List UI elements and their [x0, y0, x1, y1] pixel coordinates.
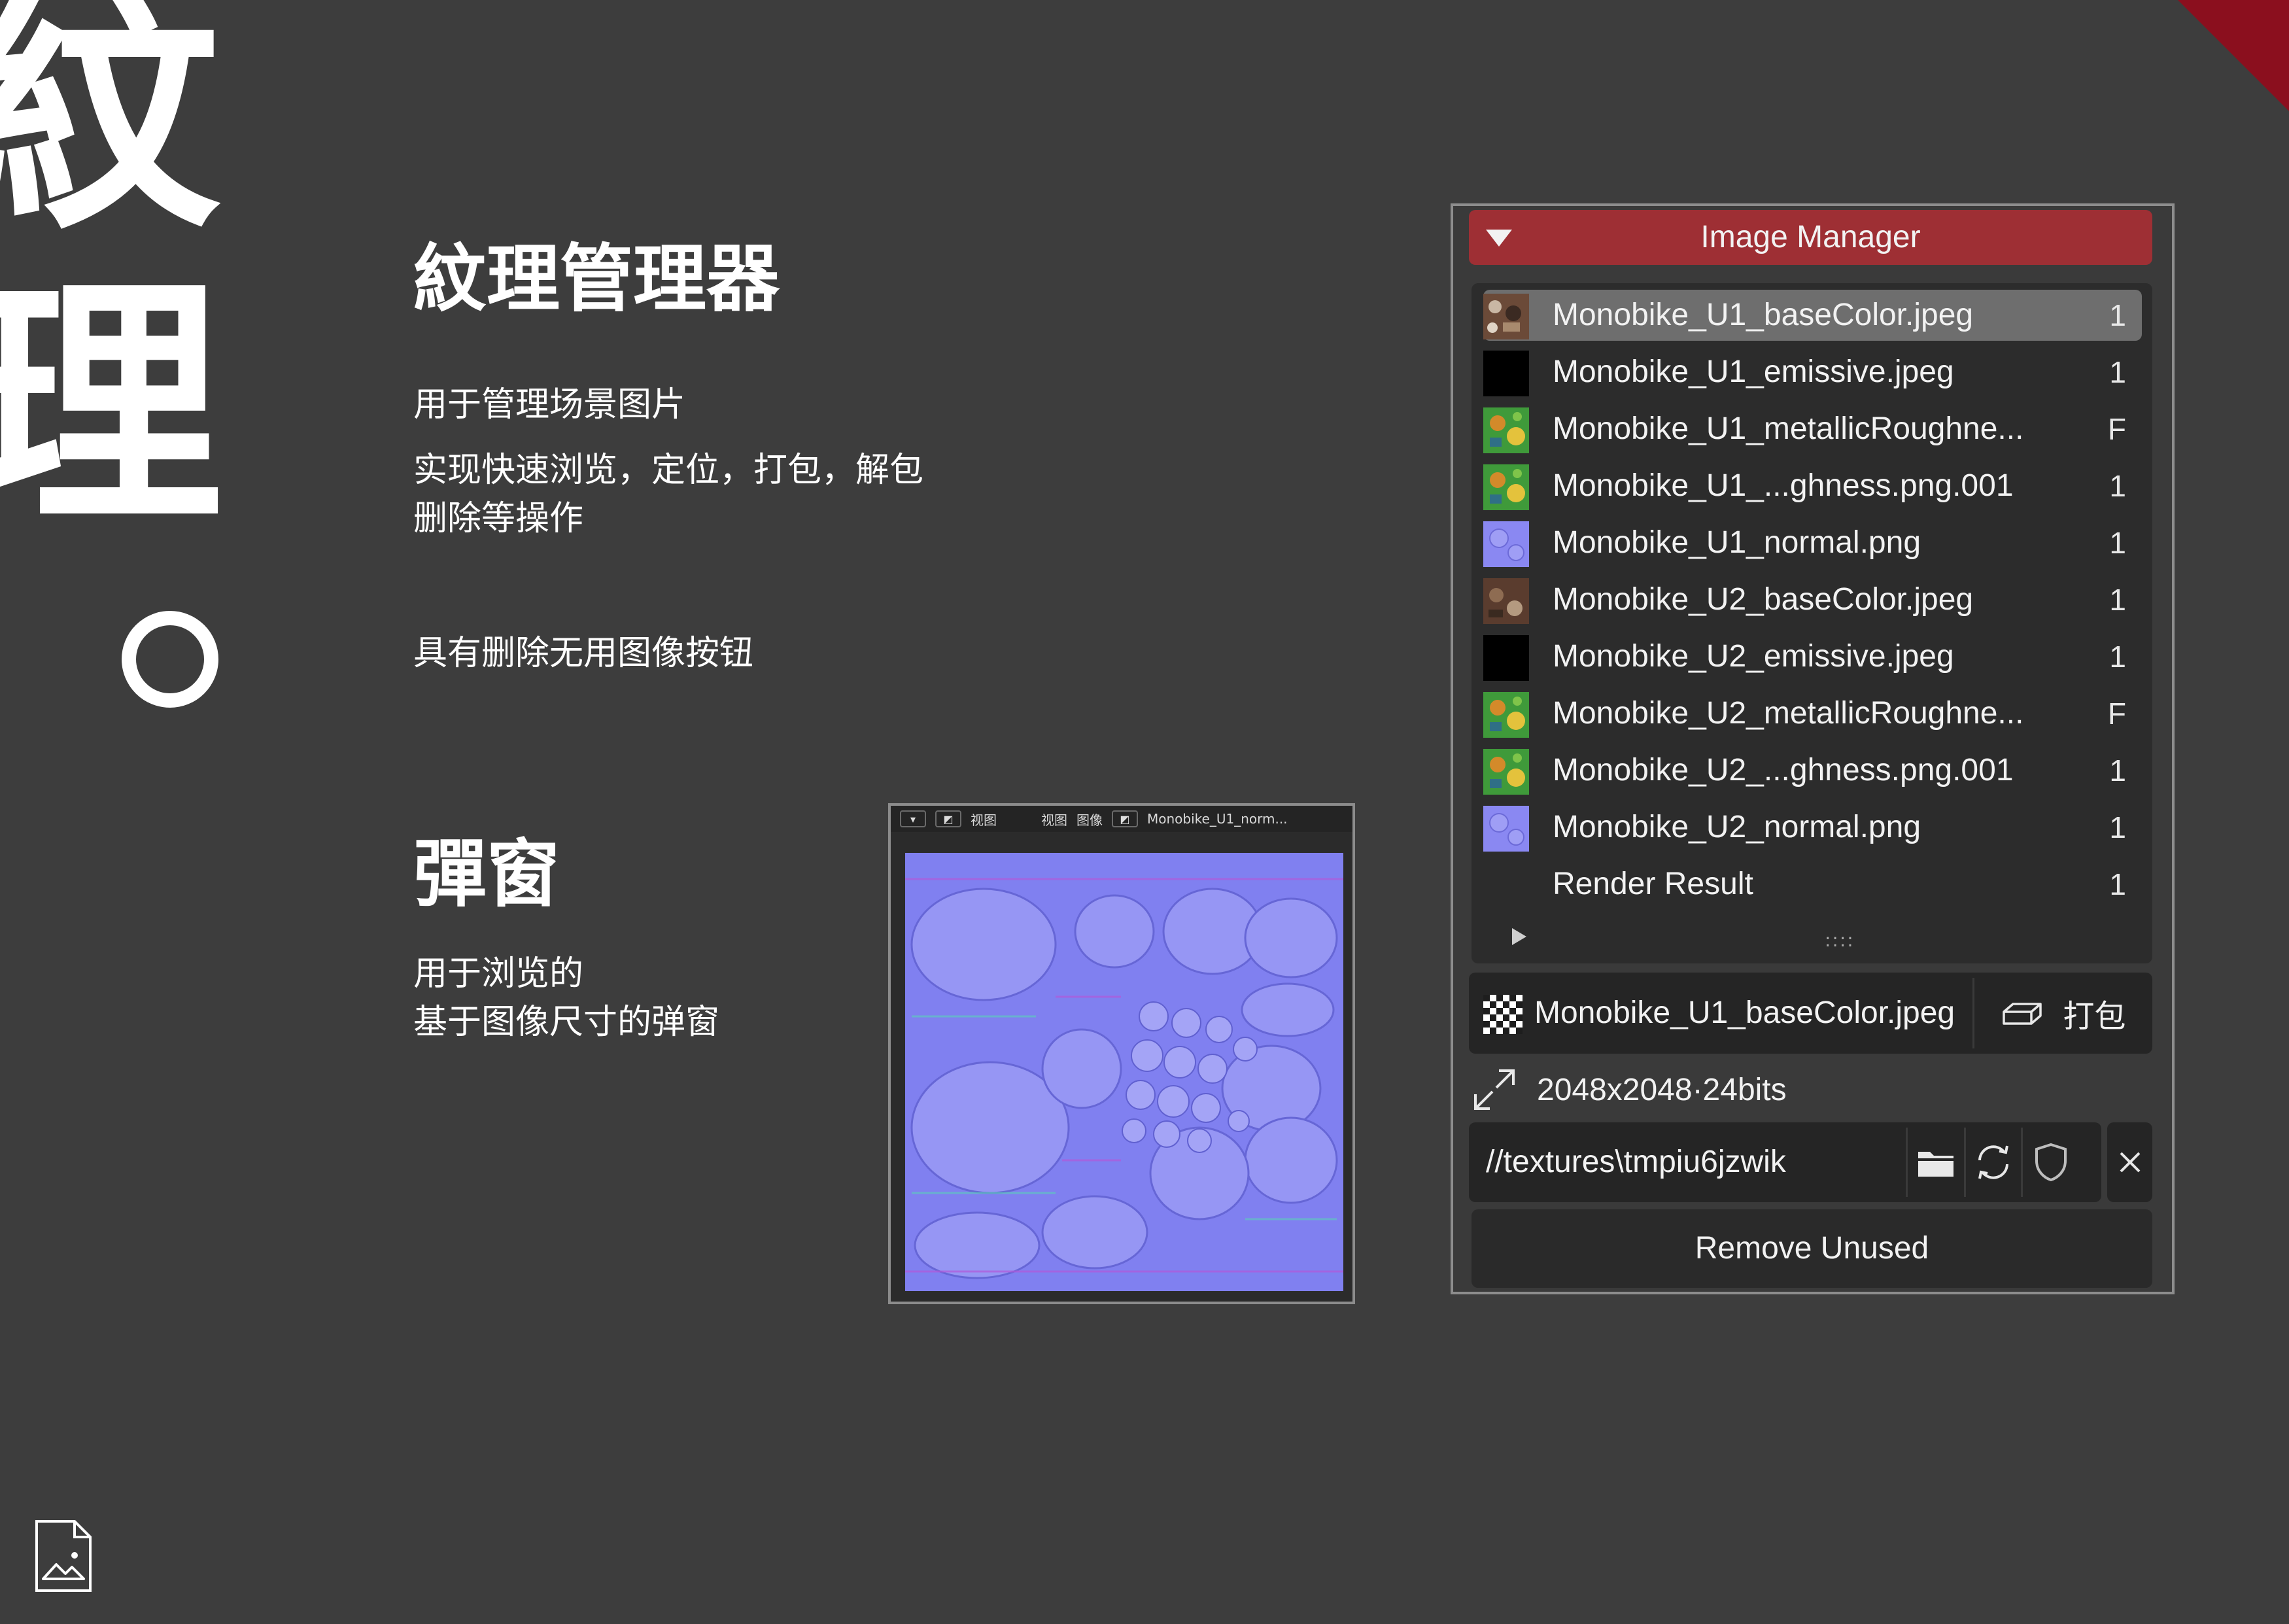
image-resolution: 2048x2048·24bits	[1537, 1073, 1787, 1107]
section1-line1: 用于管理场景图片	[413, 385, 686, 424]
image-list-item[interactable]: Monobike_U1_normal.png 1	[1483, 517, 2142, 568]
image-thumbnail-icon	[1483, 749, 1529, 795]
package-icon	[2003, 1003, 2042, 1025]
image-list-item-name: Monobike_U2_metallicRoughne...	[1553, 696, 2024, 731]
image-thumbnail-icon	[1483, 351, 1529, 396]
pack-button[interactable]: 打包	[1975, 973, 2152, 1054]
open-folder-button[interactable]	[1908, 1122, 1964, 1202]
image-thumbnail-icon	[1483, 407, 1529, 453]
expand-triangle-icon[interactable]	[1512, 928, 1526, 945]
image-list-item-name: Monobike_U1_...ghness.png.001	[1553, 468, 2014, 503]
checker-image-icon	[1483, 995, 1523, 1034]
big-title-period	[122, 611, 218, 708]
image-list-item-name: Monobike_U2_emissive.jpeg	[1553, 639, 1954, 674]
image-list-item-name: Monobike_U1_baseColor.jpeg	[1553, 298, 1974, 332]
image-list-item-name: Monobike_U1_normal.png	[1553, 525, 1921, 560]
image-list-item-name: Monobike_U1_emissive.jpeg	[1553, 354, 1954, 389]
image-list-item[interactable]: Monobike_U2_baseColor.jpeg 1	[1483, 574, 2142, 625]
image-thumbnail-icon	[1483, 635, 1529, 681]
image-list-item-users: 1	[2109, 640, 2126, 674]
image-list-item[interactable]: Monobike_U2_emissive.jpeg 1	[1483, 631, 2142, 682]
image-list-item[interactable]: Render Result 1	[1483, 859, 2142, 910]
image-thumbnail-icon	[1483, 806, 1529, 852]
image-mode-icon[interactable]: ◩	[935, 810, 961, 827]
popup-menu-image[interactable]: 图像	[1076, 810, 1103, 829]
image-list-item-users: 1	[2109, 298, 2126, 332]
image-list-item[interactable]: Monobike_U1_baseColor.jpeg 1	[1483, 290, 2142, 341]
filepath-field[interactable]: //textures\tmpiu6jzwik	[1469, 1122, 2101, 1202]
image-popup-window[interactable]: ▾ ◩ 视图 视图 图像 ◩ Monobike_U1_norm...	[888, 803, 1355, 1304]
image-list-item-users: F	[2107, 412, 2126, 446]
image-list-item-users: 1	[2109, 583, 2126, 617]
image-document-icon	[35, 1520, 92, 1592]
image-thumbnail-icon	[1483, 464, 1529, 510]
refresh-icon	[1978, 1145, 2008, 1179]
popup-menu-view[interactable]: 视图	[1041, 810, 1067, 829]
big-title-char-1: 紋	[0, 0, 222, 265]
image-list-item-users: 1	[2109, 753, 2126, 787]
image-list-item[interactable]: Monobike_U2_metallicRoughne... F	[1483, 688, 2142, 739]
image-list-item-users: F	[2107, 697, 2126, 731]
shield-icon	[2035, 1143, 2067, 1182]
section1-line2: 实现快速浏览，定位，打包，解包	[413, 451, 924, 490]
image-list-item[interactable]: Monobike_U2_normal.png 1	[1483, 802, 2142, 853]
close-icon	[2120, 1152, 2140, 1173]
image-thumbnail-icon	[1483, 692, 1529, 738]
big-title-char-2: 理	[0, 252, 222, 559]
image-list-item-users: 1	[2109, 867, 2126, 901]
image-list-item-name: Monobike_U1_metallicRoughne...	[1553, 411, 2024, 446]
image-list-item[interactable]: Monobike_U1_...ghness.png.001 1	[1483, 460, 2142, 511]
image-thumbnail-icon	[1483, 521, 1529, 567]
image-list-item-name: Render Result	[1553, 867, 1753, 901]
filepath-text[interactable]: //textures\tmpiu6jzwik	[1486, 1122, 1786, 1202]
image-thumbnail-icon	[1483, 578, 1529, 624]
pack-label: 打包	[2063, 999, 2126, 1034]
reload-button[interactable]	[1966, 1122, 2021, 1202]
section2-line2: 基于图像尺寸的弹窗	[413, 1003, 720, 1042]
image-list-item-name: Monobike_U2_normal.png	[1553, 810, 1921, 844]
section1-line4: 具有删除无用图像按钮	[413, 634, 754, 673]
popup-view-label[interactable]: 视图	[971, 810, 997, 829]
normal-map-preview	[905, 853, 1343, 1291]
image-thumbnail-icon	[1483, 294, 1529, 339]
image-list-item[interactable]: Monobike_U1_emissive.jpeg 1	[1483, 347, 2142, 398]
folder-icon	[1918, 1152, 1953, 1177]
section1-line3: 删除等操作	[413, 499, 584, 538]
selected-image-name[interactable]: Monobike_U1_baseColor.jpeg	[1534, 973, 1955, 1054]
section2-line1: 用于浏览的	[413, 954, 584, 993]
editor-type-button[interactable]: ▾	[900, 810, 926, 827]
fake-user-button[interactable]	[2023, 1122, 2079, 1202]
image-manager-panel: Image Manager :::: Monobike_U1_baseColor…	[1451, 203, 2175, 1294]
panel-header[interactable]: Image Manager	[1469, 210, 2152, 265]
image-list-item-name: Monobike_U2_...ghness.png.001	[1553, 753, 2014, 787]
panel-title: Image Manager	[1700, 220, 1921, 254]
remove-unused-button[interactable]: Remove Unused	[1472, 1209, 2152, 1288]
popup-image-name[interactable]: Monobike_U1_norm...	[1147, 811, 1288, 827]
image-list-item-users: 1	[2109, 810, 2126, 844]
resize-grip[interactable]: ::::	[1825, 929, 1855, 951]
image-list-item-name: Monobike_U2_baseColor.jpeg	[1553, 582, 1974, 617]
image-list-item[interactable]: Monobike_U2_...ghness.png.001 1	[1483, 745, 2142, 796]
image-browse-icon[interactable]: ◩	[1112, 810, 1138, 827]
image-list-item-users: 1	[2109, 526, 2126, 560]
popup-header-bar: ▾ ◩ 视图 视图 图像 ◩ Monobike_U1_norm...	[891, 806, 1352, 832]
image-list-item[interactable]: Monobike_U1_metallicRoughne... F	[1483, 404, 2142, 455]
section1-heading: 紋理管理器	[413, 236, 780, 322]
corner-accent	[2178, 0, 2289, 111]
unlink-button[interactable]	[2107, 1122, 2152, 1202]
selected-image-field: Monobike_U1_baseColor.jpeg 打包	[1469, 973, 2152, 1054]
image-list-item-users: 1	[2109, 469, 2126, 503]
fullscreen-icon[interactable]	[1473, 1068, 1516, 1111]
section2-heading: 彈窗	[413, 831, 560, 917]
image-list[interactable]: :::: Monobike_U1_baseColor.jpeg 1 Monobike…	[1472, 283, 2152, 963]
image-list-item-users: 1	[2109, 355, 2126, 389]
separator	[1972, 978, 1974, 1048]
